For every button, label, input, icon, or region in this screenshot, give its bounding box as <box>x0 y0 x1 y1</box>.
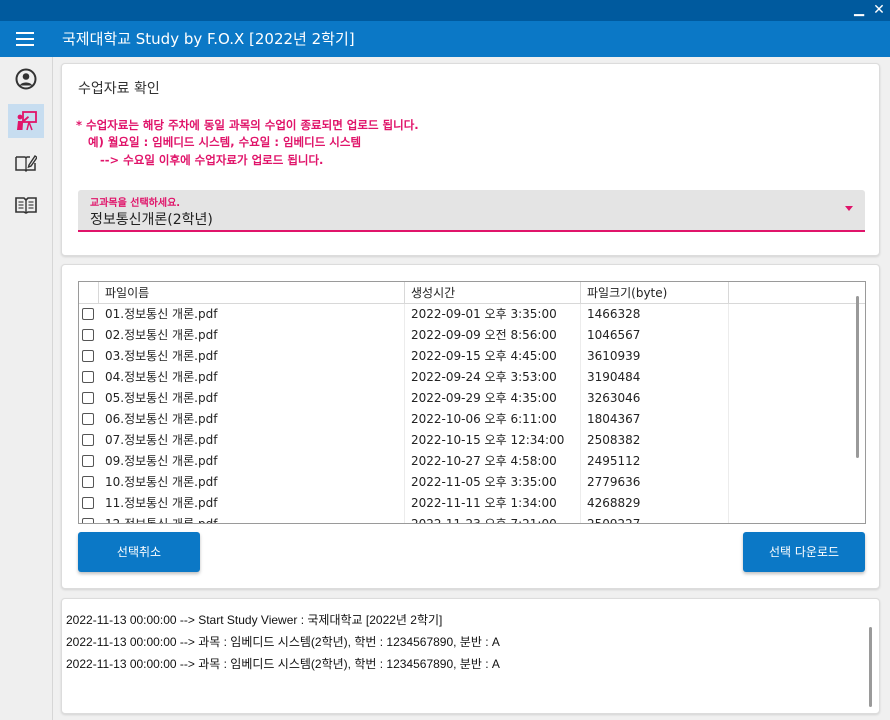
cell-created: 2022-09-15 오후 4:45:00 <box>405 346 581 367</box>
cell-size: 4268829 <box>581 493 729 514</box>
cell-size: 2495112 <box>581 451 729 472</box>
header-checkbox-col <box>79 282 99 304</box>
cell-size: 2779636 <box>581 472 729 493</box>
row-checkbox[interactable] <box>82 329 94 341</box>
cell-created: 2022-11-23 오후 7:21:00 <box>405 514 581 523</box>
open-book-icon <box>15 197 37 214</box>
sidebar-item-library[interactable] <box>8 188 44 222</box>
cell-filename: 01.정보통신 개론.pdf <box>99 304 405 325</box>
cell-created: 2022-11-11 오후 1:34:00 <box>405 493 581 514</box>
book-edit-icon <box>15 154 37 173</box>
cell-created: 2022-09-29 오후 4:35:00 <box>405 388 581 409</box>
table-row[interactable]: 12.정보통신 개론.pdf 2022-11-23 오후 7:21:00 25092… <box>79 514 865 523</box>
table-row[interactable]: 04.정보통신 개론.pdf 2022-09-24 오후 3:53:00 31904… <box>79 367 865 388</box>
table-row[interactable]: 07.정보통신 개론.pdf 2022-10-15 오후 12:34:00 2508… <box>79 430 865 451</box>
cell-filename: 11.정보통신 개론.pdf <box>99 493 405 514</box>
table-row[interactable]: 05.정보통신 개론.pdf 2022-09-29 오후 4:35:00 32630… <box>79 388 865 409</box>
log-scrollbar[interactable] <box>869 627 872 707</box>
teacher-board-icon <box>17 111 37 131</box>
table-header: 파일이름 생성시간 파일크기(byte) <box>79 282 865 304</box>
table-row[interactable]: 11.정보통신 개론.pdf 2022-11-11 오후 1:34:00 42688… <box>79 493 865 514</box>
row-checkbox[interactable] <box>82 308 94 320</box>
cell-filename: 03.정보통신 개론.pdf <box>99 346 405 367</box>
cell-size: 1466328 <box>581 304 729 325</box>
column-header-filename[interactable]: 파일이름 <box>99 282 405 304</box>
sidebar-item-profile[interactable] <box>8 62 44 96</box>
close-button[interactable]: ✕ <box>869 1 889 19</box>
table-row[interactable]: 06.정보통신 개론.pdf 2022-10-06 오후 6:11:00 18043… <box>79 409 865 430</box>
table-scrollbar[interactable] <box>856 296 859 458</box>
column-header-size[interactable]: 파일크기(byte) <box>581 282 729 304</box>
cell-created: 2022-10-27 오후 4:58:00 <box>405 451 581 472</box>
row-checkbox[interactable] <box>82 350 94 362</box>
cell-size: 1804367 <box>581 409 729 430</box>
table-row[interactable]: 01.정보통신 개론.pdf 2022-09-01 오후 3:35:00 14663… <box>79 304 865 325</box>
cell-filename: 06.정보통신 개론.pdf <box>99 409 405 430</box>
cell-filename: 12.정보통신 개론.pdf <box>99 514 405 523</box>
log-line: 2022-11-13 00:00:00 --> 과목 : 임베디드 시스템(2학… <box>66 635 500 649</box>
cell-size: 3610939 <box>581 346 729 367</box>
cell-size: 2509227 <box>581 514 729 523</box>
row-checkbox[interactable] <box>82 518 94 523</box>
download-selected-button[interactable]: 선택 다운로드 <box>743 532 865 572</box>
class-material-card: 수업자료 확인 * 수업자료는 해당 주차에 동일 과목의 수업이 종료되면 업… <box>61 63 880 256</box>
row-checkbox[interactable] <box>82 497 94 509</box>
file-list-card: 파일이름 생성시간 파일크기(byte) 01.정보통신 개론.pdf 2022-… <box>61 264 880 589</box>
sidebar-item-class-materials[interactable] <box>8 104 44 138</box>
window-top-bar: ▁ ✕ <box>0 0 890 21</box>
table-row[interactable]: 10.정보통신 개론.pdf 2022-11-05 오후 3:35:00 27796… <box>79 472 865 493</box>
cell-filename: 04.정보통신 개론.pdf <box>99 367 405 388</box>
cell-size: 3263046 <box>581 388 729 409</box>
cell-created: 2022-09-09 오전 8:56:00 <box>405 325 581 346</box>
app-header: 국제대학교 Study by F.O.X [2022년 2학기] <box>0 21 890 57</box>
cell-created: 2022-09-01 오후 3:35:00 <box>405 304 581 325</box>
log-line: 2022-11-13 00:00:00 --> Start Study View… <box>66 613 443 627</box>
cell-size: 3190484 <box>581 367 729 388</box>
file-table: 파일이름 생성시간 파일크기(byte) 01.정보통신 개론.pdf 2022-… <box>78 281 866 524</box>
sidebar-item-assignments[interactable] <box>8 146 44 180</box>
table-row[interactable]: 02.정보통신 개론.pdf 2022-09-09 오전 8:56:00 10465… <box>79 325 865 346</box>
cell-filename: 07.정보통신 개론.pdf <box>99 430 405 451</box>
cell-filename: 09.정보통신 개론.pdf <box>99 451 405 472</box>
cell-size: 1046567 <box>581 325 729 346</box>
table-row[interactable]: 03.정보통신 개론.pdf 2022-09-15 오후 4:45:00 36109… <box>79 346 865 367</box>
subject-select[interactable]: 교과목을 선택하세요. 정보통신개론(2학년) <box>78 190 865 232</box>
cell-created: 2022-10-15 오후 12:34:00 <box>405 430 581 451</box>
minimize-button[interactable]: ▁ <box>849 1 869 19</box>
column-header-created[interactable]: 생성시간 <box>405 282 581 304</box>
cell-filename: 10.정보통신 개론.pdf <box>99 472 405 493</box>
dropdown-arrow-icon <box>845 206 853 211</box>
row-checkbox[interactable] <box>82 455 94 467</box>
row-checkbox[interactable] <box>82 434 94 446</box>
cell-size: 2508382 <box>581 430 729 451</box>
user-circle-icon <box>15 68 37 90</box>
cell-filename: 05.정보통신 개론.pdf <box>99 388 405 409</box>
cell-created: 2022-11-05 오후 3:35:00 <box>405 472 581 493</box>
menu-icon[interactable] <box>16 30 36 48</box>
table-row[interactable]: 09.정보통신 개론.pdf 2022-10-27 오후 4:58:00 24951… <box>79 451 865 472</box>
row-checkbox[interactable] <box>82 413 94 425</box>
sidebar <box>0 57 53 720</box>
notice-line-2: 예) 월요일 : 임베디드 시스템, 수요일 : 임베디드 시스템 <box>88 135 362 149</box>
app-title: 국제대학교 Study by F.O.X [2022년 2학기] <box>62 30 355 48</box>
notice-line-1: * 수업자료는 해당 주차에 동일 과목의 수업이 종료되면 업로드 됩니다. <box>76 118 419 132</box>
log-panel: 2022-11-13 00:00:00 --> Start Study View… <box>61 598 880 714</box>
log-line: 2022-11-13 00:00:00 --> 과목 : 임베디드 시스템(2학… <box>66 657 500 671</box>
deselect-button[interactable]: 선택취소 <box>78 532 200 572</box>
section-title: 수업자료 확인 <box>78 81 160 97</box>
cell-created: 2022-10-06 오후 6:11:00 <box>405 409 581 430</box>
subject-select-label: 교과목을 선택하세요. <box>90 198 181 209</box>
row-checkbox[interactable] <box>82 371 94 383</box>
row-checkbox[interactable] <box>82 476 94 488</box>
subject-select-value: 정보통신개론(2학년) <box>90 212 213 228</box>
cell-created: 2022-09-24 오후 3:53:00 <box>405 367 581 388</box>
notice-line-3: --> 수요일 이후에 수업자료가 업로드 됩니다. <box>100 153 324 167</box>
row-checkbox[interactable] <box>82 392 94 404</box>
cell-filename: 02.정보통신 개론.pdf <box>99 325 405 346</box>
